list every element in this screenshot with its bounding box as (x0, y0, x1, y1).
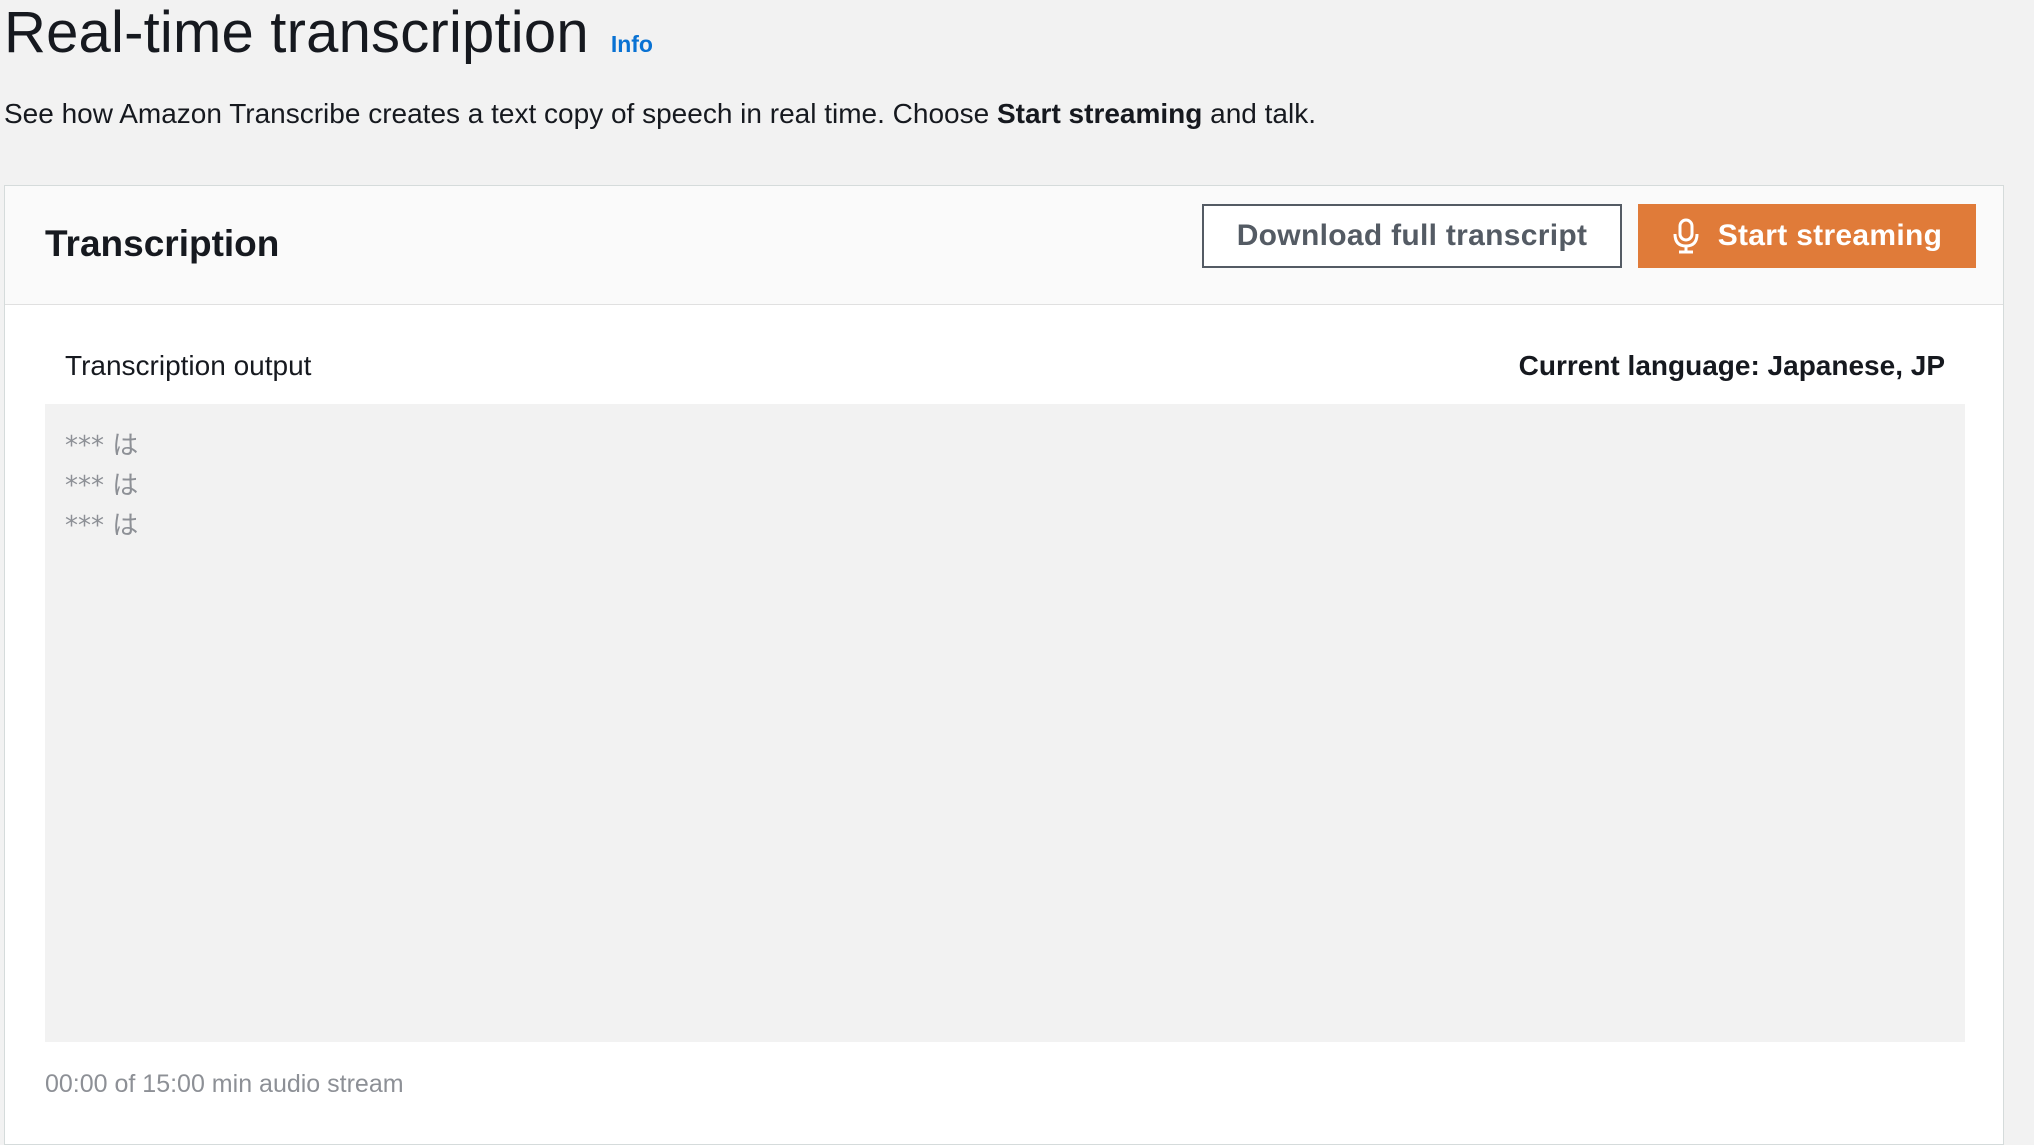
description-text-end: and talk. (1202, 98, 1317, 129)
start-streaming-button[interactable]: Start streaming (1638, 204, 1976, 268)
download-transcript-label: Download full transcript (1236, 219, 1588, 252)
microphone-icon (1673, 218, 1699, 254)
stream-status: 00:00 of 15:00 min audio stream (45, 1070, 404, 1098)
info-link[interactable]: Info (611, 31, 653, 58)
transcript-line: *** は (65, 431, 139, 461)
panel-title: Transcription (45, 223, 280, 264)
description-emphasis: Start streaming (996, 98, 1203, 129)
panel-header: Transcription Download full transcript S… (5, 186, 2003, 305)
current-language: Current language: Japanese, JP (1518, 350, 1945, 381)
page-title: Real-time transcription (4, 0, 589, 65)
start-streaming-label: Start streaming (1717, 219, 1943, 252)
transcription-panel: Transcription Download full transcript S… (4, 185, 2004, 1145)
page-description: See how Amazon Transcribe creates a text… (4, 96, 1316, 132)
description-text: See how Amazon Transcribe creates a text… (4, 98, 997, 129)
transcript-line: *** は (65, 511, 139, 541)
download-transcript-button[interactable]: Download full transcript (1202, 204, 1622, 268)
title-row: Real-time transcription Info (4, 0, 2004, 70)
transcription-output-label: Transcription output (65, 350, 312, 381)
page-header: Real-time transcription Info See how Ama… (4, 0, 2004, 129)
transcript-line: *** は (65, 471, 139, 501)
transcription-output-area[interactable]: *** は *** は *** は (45, 404, 1965, 1042)
